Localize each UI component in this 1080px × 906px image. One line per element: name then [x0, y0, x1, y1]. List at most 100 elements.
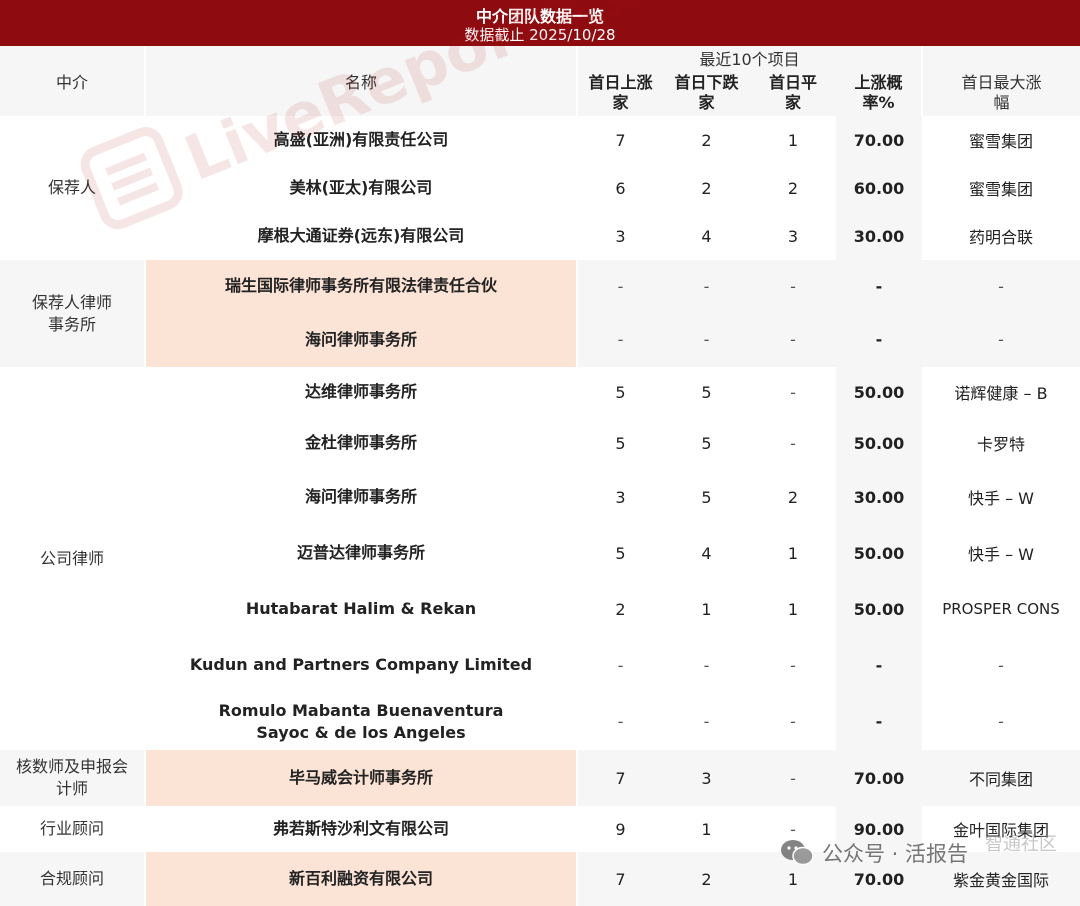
max-gain-stock: 金叶国际集团	[922, 806, 1080, 852]
flat-count: -	[750, 693, 836, 750]
up-count: 9	[576, 806, 663, 852]
up-count: 5	[576, 367, 663, 417]
up-rate: 90.00	[836, 806, 922, 852]
table-row: 保荐人 高盛(亚洲)有限责任公司 7 2 1 70.00 蜜雪集团	[0, 116, 1080, 260]
down-count: 2	[663, 852, 750, 906]
down-count: 3	[663, 750, 750, 806]
col-header-name: 名称	[144, 46, 577, 116]
col-header-max-gain: 首日最大涨幅	[961, 73, 1042, 112]
max-gain-stock: -	[922, 312, 1080, 367]
table-row: 海问律师事务所 3 5 2 30.00 快手 – W	[0, 469, 1080, 525]
flat-count: -	[750, 750, 836, 806]
max-gain-stock: 紫金黄金国际	[922, 852, 1080, 906]
down-count: 5	[663, 367, 750, 417]
max-gain-stock: -	[922, 693, 1080, 750]
up-count: 3	[576, 469, 663, 525]
up-count: 7	[576, 750, 663, 806]
up-count: 2	[576, 581, 663, 637]
table-title-bar: 中介团队数据一览 数据截止 2025/10/28	[0, 0, 1080, 46]
firm-name: 摩根大通证券(远东)有限公司	[144, 212, 577, 260]
firm-name: Kudun and Partners Company Limited	[144, 637, 577, 693]
flat-count: -	[750, 806, 836, 852]
col-header-intermediary: 中介	[0, 46, 145, 116]
flat-count: 1	[750, 116, 836, 164]
flat-count: 1	[750, 852, 836, 906]
table-row: 合规顾问 新百利融资有限公司 7 2 1 70.00 紫金黄金国际	[0, 852, 1080, 906]
max-gain-stock: 卡罗特	[922, 417, 1080, 469]
up-count: 5	[576, 417, 663, 469]
down-count: 2	[663, 116, 750, 164]
up-rate: 50.00	[836, 417, 922, 469]
flat-count: -	[750, 260, 836, 312]
max-gain-stock: 蜜雪集团	[922, 116, 1080, 164]
down-count: -	[663, 312, 750, 367]
flat-count: -	[750, 417, 836, 469]
down-count: -	[663, 260, 750, 312]
data-cutoff-date: 数据截止 2025/10/28	[464, 26, 616, 44]
col-header-rate: 上涨概率%	[854, 73, 903, 112]
table-row: 摩根大通证券(远东)有限公司 3 4 3 30.00 药明合联	[0, 212, 1080, 260]
max-gain-stock: 诺辉健康 – B	[922, 367, 1080, 417]
col-header-down: 首日下跌家	[674, 73, 739, 112]
category-cell: 保荐人律师事务所	[31, 292, 112, 334]
firm-name: 高盛(亚洲)有限责任公司	[144, 116, 577, 164]
table-row: 行业顾问 弗若斯特沙利文有限公司 9 1 - 90.00 金叶国际集团	[0, 806, 1080, 852]
col-group-recent-10: 最近10个项目	[576, 46, 922, 70]
down-count: 5	[663, 417, 750, 469]
max-gain-stock: 蜜雪集团	[922, 164, 1080, 212]
up-rate: 30.00	[836, 212, 922, 260]
flat-count: -	[750, 367, 836, 417]
up-rate: -	[836, 260, 922, 312]
up-rate: 50.00	[836, 581, 922, 637]
up-count: 3	[576, 212, 663, 260]
firm-name: 毕马威会计师事务所	[144, 750, 577, 806]
col-header-flat: 首日平家	[768, 73, 817, 112]
up-rate: 60.00	[836, 164, 922, 212]
up-rate: -	[836, 637, 922, 693]
max-gain-stock: 快手 – W	[922, 469, 1080, 525]
up-count: -	[576, 693, 663, 750]
firm-name: 达维律师事务所	[144, 367, 577, 417]
table-row: 公司律师 达维律师事务所 5 5 - 50.00 诺辉健康 – B	[0, 367, 1080, 750]
up-count: 7	[576, 852, 663, 906]
table-row: Romulo Mabanta Buenaventura Sayoc & de l…	[0, 693, 1080, 750]
up-count: 7	[576, 116, 663, 164]
up-rate: -	[836, 693, 922, 750]
category-cell: 保荐人	[0, 116, 145, 260]
max-gain-stock: -	[922, 637, 1080, 693]
up-rate: 50.00	[836, 367, 922, 417]
category-cell: 公司律师	[0, 367, 145, 750]
up-rate: 70.00	[836, 750, 922, 806]
firm-name: 金杜律师事务所	[144, 417, 577, 469]
up-rate: 70.00	[836, 852, 922, 906]
flat-count: -	[750, 637, 836, 693]
max-gain-stock: PROSPER CONS	[922, 581, 1080, 637]
firm-name: Romulo Mabanta Buenaventura Sayoc & de l…	[218, 700, 504, 742]
firm-name: Hutabarat Halim & Rekan	[144, 581, 577, 637]
firm-name: 新百利融资有限公司	[144, 852, 577, 906]
up-count: 5	[576, 525, 663, 581]
category-cell: 行业顾问	[0, 806, 145, 852]
up-count: -	[576, 637, 663, 693]
table-row: 美林(亚太)有限公司 6 2 2 60.00 蜜雪集团	[0, 164, 1080, 212]
flat-count: 3	[750, 212, 836, 260]
up-count: -	[576, 260, 663, 312]
max-gain-stock: 快手 – W	[922, 525, 1080, 581]
table-row: Kudun and Partners Company Limited - - -…	[0, 637, 1080, 693]
max-gain-stock: 药明合联	[922, 212, 1080, 260]
down-count: 1	[663, 806, 750, 852]
max-gain-stock: 不同集团	[922, 750, 1080, 806]
table-row: Hutabarat Halim & Rekan 2 1 1 50.00 PROS…	[0, 581, 1080, 637]
flat-count: 1	[750, 581, 836, 637]
table-row: 核数师及申报会计师 毕马威会计师事务所 7 3 - 70.00 不同集团	[0, 750, 1080, 806]
flat-count: -	[750, 312, 836, 367]
table-row: 金杜律师事务所 5 5 - 50.00 卡罗特	[0, 417, 1080, 469]
up-rate: 30.00	[836, 469, 922, 525]
down-count: 5	[663, 469, 750, 525]
firm-name: 弗若斯特沙利文有限公司	[144, 806, 577, 852]
flat-count: 2	[750, 164, 836, 212]
down-count: 1	[663, 581, 750, 637]
table-row: 海问律师事务所 - - - - -	[0, 312, 1080, 367]
firm-name: 海问律师事务所	[144, 469, 577, 525]
header-row-top: 中介 名称 最近10个项目	[0, 46, 1080, 116]
